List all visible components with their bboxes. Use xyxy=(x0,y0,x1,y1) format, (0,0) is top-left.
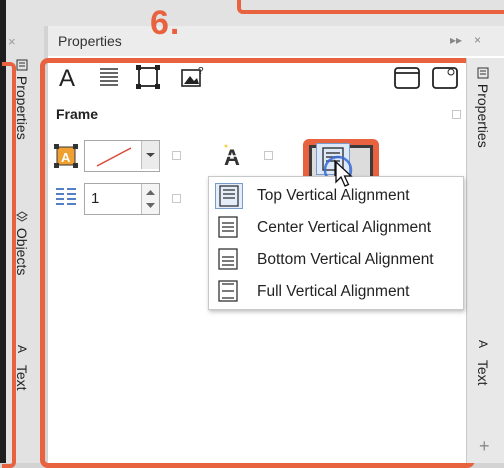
center-vertical-alignment-icon xyxy=(215,215,241,239)
svg-text:A: A xyxy=(224,145,240,169)
top-vertical-alignment-icon xyxy=(215,183,243,209)
mouse-pointer-icon xyxy=(333,160,357,190)
docker-title-bar: Properties ▸▸ × xyxy=(48,26,504,56)
menu-item-label: Full Vertical Alignment xyxy=(257,283,410,300)
left-highlight-box xyxy=(2,62,16,468)
right-tab-properties[interactable]: Properties xyxy=(475,66,491,148)
right-tab-text-label: Text xyxy=(475,359,491,386)
add-tab-icon[interactable]: + xyxy=(479,436,490,457)
right-tab-properties-label: Properties xyxy=(475,83,491,148)
left-tab-objects-label: Objects xyxy=(14,227,30,276)
left-tab-text[interactable]: A Text xyxy=(14,345,30,391)
expand-icon[interactable]: ▸▸ xyxy=(450,33,462,47)
left-tab-properties-label: Properties xyxy=(14,75,30,140)
svg-text:A: A xyxy=(61,150,71,165)
close-icon[interactable]: × xyxy=(474,33,481,47)
columns-lock-toggle[interactable] xyxy=(172,194,181,203)
columns-stepper[interactable]: 1 xyxy=(84,183,160,215)
frame-section-label: Frame xyxy=(56,106,99,122)
top-highlight-box xyxy=(237,0,504,14)
step-marker: 6. xyxy=(150,4,181,42)
right-properties-tab-icon xyxy=(477,66,491,80)
fill-color-picker[interactable] xyxy=(84,140,160,172)
fill-lock-toggle[interactable] xyxy=(172,151,181,160)
background-fill-icon: A xyxy=(54,144,78,168)
vertical-alignment-menu: Top Vertical Alignment Center Vertical A… xyxy=(208,176,464,310)
left-tab-objects[interactable]: Objects xyxy=(14,210,30,275)
properties-tab-icon xyxy=(16,58,30,72)
full-vertical-alignment-icon xyxy=(215,279,241,303)
bottom-vertical-alignment-icon xyxy=(215,247,241,271)
objects-tab-icon xyxy=(16,210,30,224)
menu-item-full-vertical-alignment[interactable]: Full Vertical Alignment xyxy=(209,275,463,307)
right-docker-strip: Properties A Text + xyxy=(466,58,504,463)
text-outline-icon[interactable]: A xyxy=(222,143,248,170)
menu-item-label: Center Vertical Alignment xyxy=(257,219,432,236)
docker-title: Properties xyxy=(58,33,122,49)
text-lock-toggle[interactable] xyxy=(264,151,273,160)
left-tab-text-label: Text xyxy=(14,364,30,391)
menu-item-label: Bottom Vertical Alignment xyxy=(257,251,434,268)
menu-item-center-vertical-alignment[interactable]: Center Vertical Alignment xyxy=(209,211,463,243)
menu-item-bottom-vertical-alignment[interactable]: Bottom Vertical Alignment xyxy=(209,243,463,275)
columns-icon xyxy=(54,185,78,211)
no-fill-swatch xyxy=(96,147,132,167)
columns-value[interactable]: 1 xyxy=(91,190,99,207)
left-tab-properties[interactable]: Properties xyxy=(14,58,30,140)
section-toggle[interactable] xyxy=(452,110,461,119)
right-tab-text[interactable]: A Text xyxy=(475,340,491,386)
stepper-arrows[interactable] xyxy=(141,184,159,214)
text-tab-icon: A xyxy=(15,345,29,354)
right-text-tab-icon: A xyxy=(476,340,490,349)
left-close-icon[interactable]: × xyxy=(8,34,16,49)
chevron-down-icon[interactable] xyxy=(141,141,159,169)
